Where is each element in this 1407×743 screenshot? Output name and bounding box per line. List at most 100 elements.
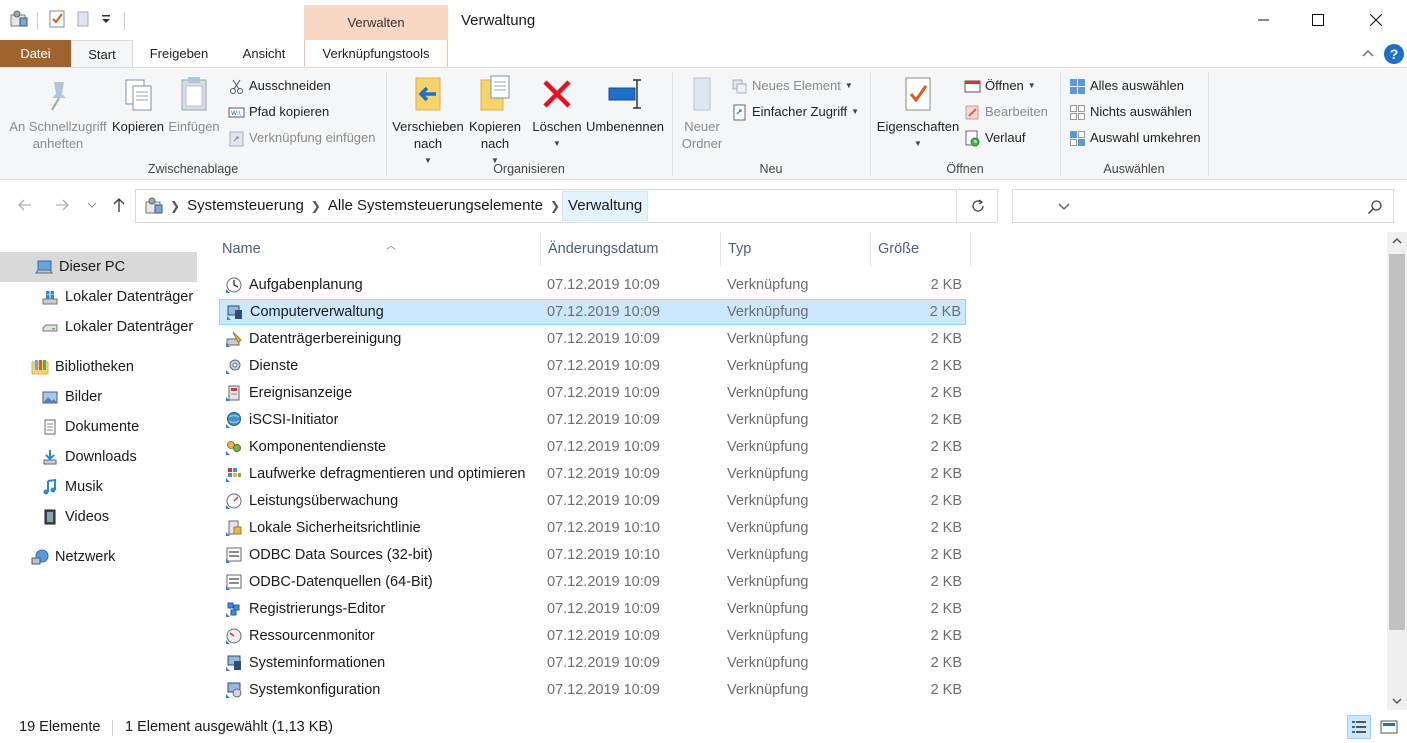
tab-verknuepfungstools[interactable]: Verknüpfungstools [304, 40, 448, 68]
group-divider [1208, 72, 1209, 176]
invert-selection-icon [1070, 130, 1085, 146]
file-date: 07.12.2019 10:09 [547, 412, 660, 428]
scrollbar-thumb[interactable] [1389, 254, 1405, 630]
breadcrumb-alle-elemente[interactable]: Alle Systemsteuerungselemente [323, 190, 548, 222]
maximize-button[interactable] [1291, 0, 1345, 40]
back-button[interactable] [15, 195, 35, 215]
table-row[interactable]: Datenträgerbereinigung 07.12.2019 10:09 … [219, 327, 966, 353]
select-all-button[interactable]: Alles auswählen [1069, 75, 1184, 97]
column-header-size[interactable]: Größe [870, 232, 970, 266]
nav-item-bilder[interactable]: Bilder [0, 382, 197, 412]
admin-tools-icon[interactable] [9, 9, 29, 29]
properties-button[interactable]: Eigenschaften ▼ [874, 74, 962, 152]
details-view-button[interactable] [1347, 715, 1371, 739]
search-input[interactable] [1012, 189, 1394, 223]
nav-item-drive-c[interactable]: Lokaler Datenträger (C:) [0, 282, 197, 312]
table-row[interactable]: iSCSI-Initiator 07.12.2019 10:09 Verknüp… [219, 408, 966, 434]
vertical-scrollbar[interactable] [1387, 232, 1407, 710]
edit-button[interactable]: Bearbeiten [964, 101, 1048, 123]
copy-button[interactable]: Kopieren [110, 74, 166, 135]
table-row[interactable]: Aufgabenplanung 07.12.2019 10:09 Verknüp… [219, 273, 966, 299]
recent-locations-button[interactable] [84, 195, 100, 215]
table-row[interactable]: ODBC Data Sources (32-bit) 07.12.2019 10… [219, 543, 966, 569]
table-row[interactable]: Systeminformationen 07.12.2019 10:09 Ver… [219, 651, 966, 677]
history-button[interactable]: Verlauf [964, 127, 1025, 149]
paste-button[interactable]: Einfügen [166, 74, 222, 135]
help-icon[interactable]: ? [1384, 44, 1404, 64]
customize-quick-access-icon[interactable] [96, 9, 116, 29]
nav-item-bibliotheken[interactable]: Bibliotheken [0, 352, 197, 382]
properties-icon[interactable] [47, 9, 67, 29]
nav-item-videos[interactable]: Videos [0, 502, 197, 532]
rename-button[interactable]: Umbenennen [584, 74, 666, 135]
column-header-type[interactable]: Typ [720, 232, 870, 266]
nav-item-dokumente[interactable]: Dokumente [0, 412, 197, 442]
scroll-up-icon[interactable] [1390, 234, 1404, 248]
table-row[interactable]: Leistungsüberwachung 07.12.2019 10:09 Ve… [219, 489, 966, 515]
invert-selection-button[interactable]: Auswahl umkehren [1069, 127, 1201, 149]
column-header-name[interactable]: Name ︿ [214, 232, 540, 266]
nav-item-netzwerk[interactable]: Netzwerk [0, 542, 197, 572]
search-icon[interactable] [1367, 199, 1383, 215]
table-row[interactable]: Komponentendienste 07.12.2019 10:09 Verk… [219, 435, 966, 461]
table-row[interactable]: Laufwerke defragmentieren und optimieren… [219, 462, 966, 488]
open-button[interactable]: Öffnen ▼ [964, 75, 1036, 97]
nav-item-musik[interactable]: Musik [0, 472, 197, 502]
breadcrumb-chevron-icon[interactable]: ❯ [168, 199, 182, 213]
move-to-button[interactable]: Verschieben nach ▼ [390, 74, 466, 169]
paste-shortcut-button[interactable]: Verknüpfung einfügen [228, 127, 376, 149]
nav-item-dieser-pc[interactable]: Dieser PC [0, 252, 197, 282]
move-to-icon [415, 77, 441, 111]
new-item-button[interactable]: Neues Element ▼ [731, 75, 853, 97]
tab-datei[interactable]: Datei [0, 40, 71, 68]
breadcrumb-systemsteuerung[interactable]: Systemsteuerung [182, 190, 309, 222]
properties-label: Eigenschaften [876, 119, 960, 134]
table-row[interactable]: Systemkonfiguration 07.12.2019 10:09 Ver… [219, 678, 966, 704]
forward-button[interactable] [52, 195, 72, 215]
nav-item-drive-d[interactable]: Lokaler Datenträger (D:) [0, 312, 197, 342]
up-button[interactable] [109, 195, 129, 215]
forward-arrow-icon [56, 199, 69, 211]
file-name: Registrierungs-Editor [249, 600, 386, 617]
close-button[interactable] [1349, 0, 1403, 40]
table-row[interactable]: Dienste 07.12.2019 10:09 Verknüpfung 2 K… [219, 354, 966, 380]
refresh-button[interactable] [958, 189, 998, 223]
copy-to-button[interactable]: Kopieren nach ▼ [463, 74, 527, 169]
tab-start[interactable]: Start [71, 40, 133, 69]
collapse-ribbon-icon[interactable] [1361, 46, 1375, 60]
file-name: Systemkonfiguration [249, 681, 381, 698]
file-name: Aufgabenplanung [249, 276, 363, 293]
breadcrumb-chevron-icon[interactable]: ❯ [309, 199, 323, 213]
large-icons-view-button[interactable] [1377, 715, 1401, 739]
scroll-down-icon[interactable] [1390, 694, 1404, 708]
file-name: ODBC-Datenquellen (64-Bit) [249, 573, 433, 590]
pin-to-quick-access-button[interactable]: An Schnellzugriff anheften [6, 74, 110, 152]
table-row[interactable]: Registrierungs-Editor 07.12.2019 10:09 V… [219, 597, 966, 623]
new-folder-button[interactable]: Neuer Ordner [676, 74, 728, 152]
tab-freigeben[interactable]: Freigeben [136, 40, 222, 68]
column-header-date[interactable]: Änderungsdatum [540, 232, 720, 266]
easy-access-button[interactable]: Einfacher Zugriff ▼ [731, 101, 859, 123]
delete-button[interactable]: Löschen ▼ [531, 74, 583, 152]
breadcrumb-chevron-icon[interactable]: ❯ [548, 199, 562, 213]
column-divider[interactable] [970, 232, 971, 266]
nav-label: Musik [65, 479, 103, 495]
minimize-button[interactable] [1237, 0, 1291, 40]
copy-path-button[interactable]: W:\ Pfad kopieren [228, 101, 329, 123]
breadcrumb-verwaltung[interactable]: Verwaltung [562, 191, 649, 221]
select-none-button[interactable]: Nichts auswählen [1069, 101, 1192, 123]
resource-monitor-icon [226, 628, 242, 644]
file-type: Verknüpfung [727, 655, 809, 671]
nav-item-downloads[interactable]: Downloads [0, 442, 197, 472]
table-row[interactable]: ODBC-Datenquellen (64-Bit) 07.12.2019 10… [219, 570, 966, 596]
tab-ansicht[interactable]: Ansicht [228, 40, 300, 68]
table-row[interactable]: Computerverwaltung 07.12.2019 10:09 Verk… [219, 299, 966, 325]
address-bar[interactable]: ❯ Systemsteuerung ❯ Alle Systemsteuerung… [135, 189, 1070, 223]
ribbon: An Schnellzugriff anheften Kopieren Einf… [0, 67, 1407, 180]
table-row[interactable]: Ressourcenmonitor 07.12.2019 10:09 Verkn… [219, 624, 966, 650]
new-folder-icon[interactable] [73, 9, 93, 29]
table-row[interactable]: Ereignisanzeige 07.12.2019 10:09 Verknüp… [219, 381, 966, 407]
table-row[interactable]: Lokale Sicherheitsrichtlinie 07.12.2019 … [219, 516, 966, 542]
cut-button[interactable]: Ausschneiden [228, 75, 331, 97]
security-policy-icon [226, 520, 242, 536]
